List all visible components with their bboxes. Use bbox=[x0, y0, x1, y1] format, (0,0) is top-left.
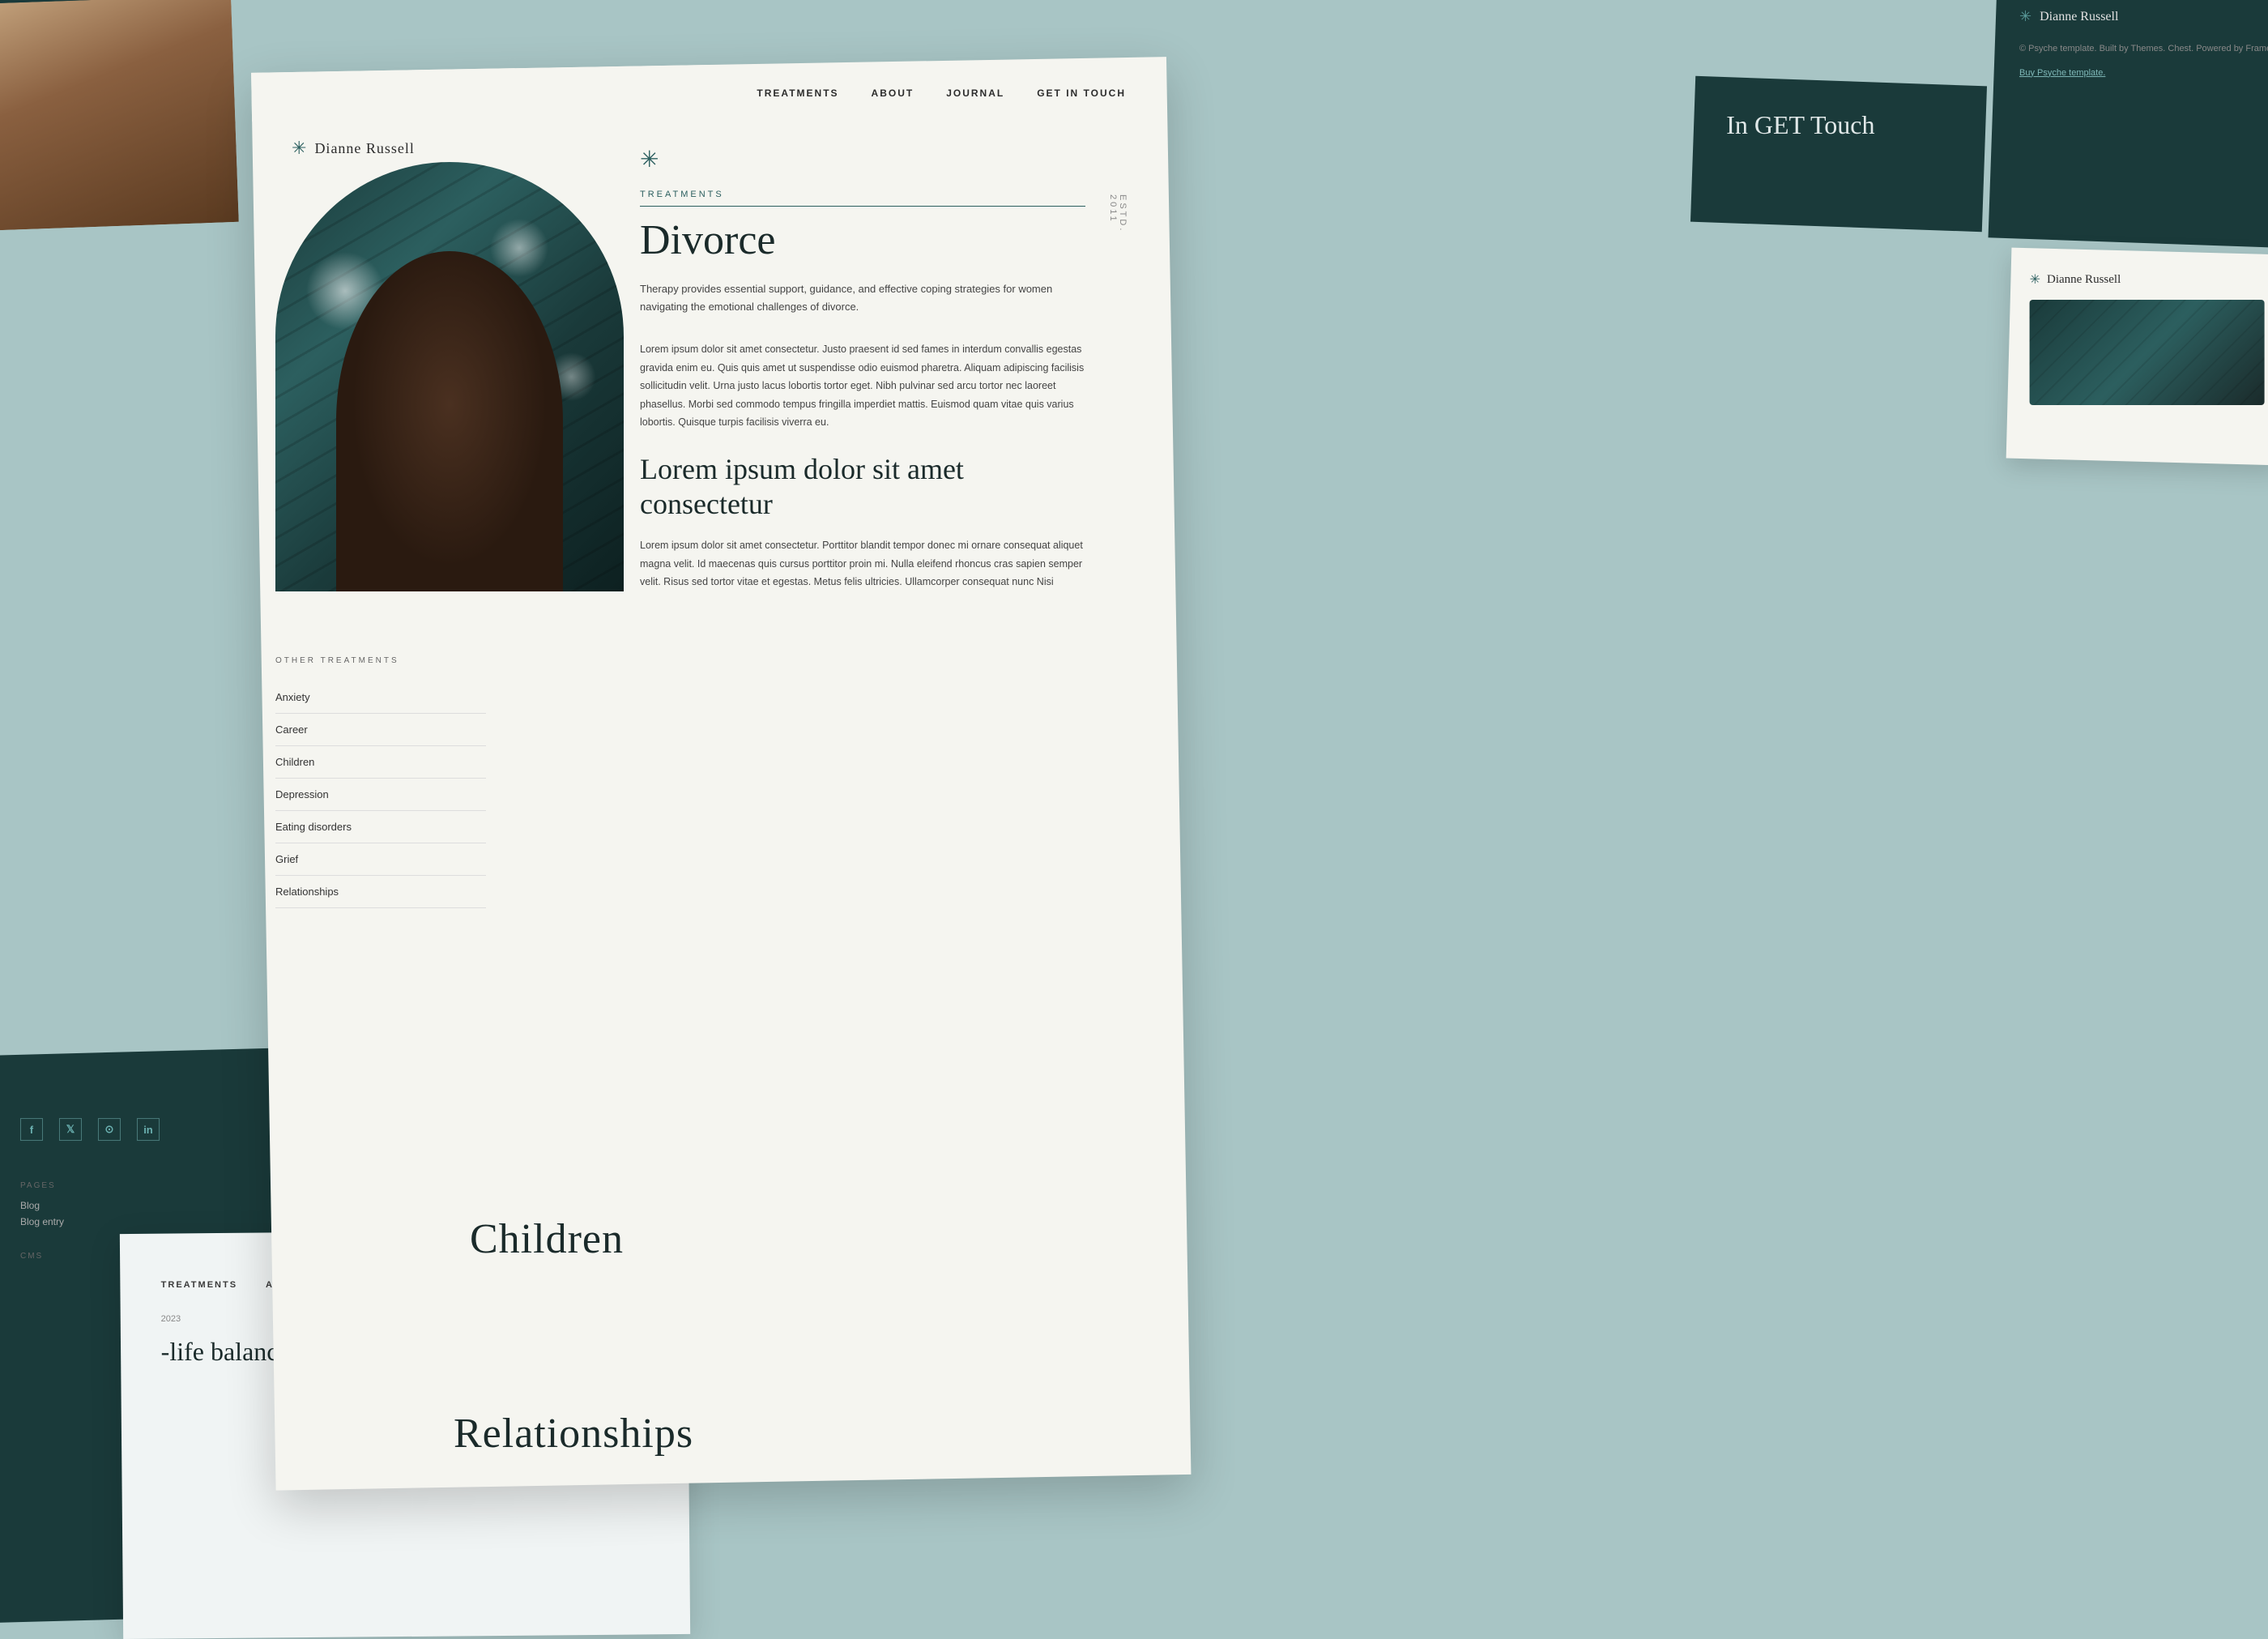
other-treatments-label: OTHER TREATMENTS bbox=[275, 656, 486, 665]
children-label: Children bbox=[470, 1216, 624, 1262]
sunburst-icon: ✳ bbox=[640, 146, 1085, 173]
nav-about[interactable]: ABOUT bbox=[872, 87, 914, 99]
sidebar-treatments: OTHER TREATMENTS Anxiety Career Children… bbox=[275, 656, 486, 908]
relationships-label-panel: Relationships bbox=[454, 1410, 875, 1466]
pages-section: PAGES Blog Blog entry bbox=[20, 1181, 247, 1227]
right-panel-logo-row: ✳ Dianne Russell bbox=[2019, 8, 2268, 25]
right-lower-logo-row: ✳ Dianne Russell bbox=[2030, 271, 2265, 288]
pages-item-blog-entry[interactable]: Blog entry bbox=[20, 1216, 247, 1227]
site-name: Dianne Russell bbox=[314, 140, 415, 157]
twitter-icon[interactable]: 𝕏 bbox=[59, 1118, 82, 1141]
treatment-anxiety[interactable]: Anxiety bbox=[275, 681, 486, 714]
get-in-touch-title: In GET Touch bbox=[1726, 109, 1953, 140]
hero-image-bg bbox=[275, 162, 624, 591]
treatment-career[interactable]: Career bbox=[275, 714, 486, 746]
right-lower-image bbox=[2030, 300, 2265, 405]
children-label-panel: Children bbox=[470, 1215, 842, 1272]
treatment-relationships[interactable]: Relationships bbox=[275, 876, 486, 908]
content-area: ✳ TREATMENTS Divorce Therapy provides es… bbox=[640, 146, 1126, 612]
hero-image-bg bbox=[0, 0, 239, 232]
image-lines bbox=[2030, 300, 2265, 405]
person-image bbox=[0, 109, 222, 216]
section-heading: Lorem ipsum dolor sit amet consectetur bbox=[640, 452, 1085, 522]
top-left-image-panel bbox=[0, 0, 239, 232]
body-text-2: Lorem ipsum dolor sit amet consectetur. … bbox=[640, 536, 1085, 591]
treatment-children[interactable]: Children bbox=[275, 746, 486, 779]
hero-image-container bbox=[275, 162, 624, 591]
treatment-depression[interactable]: Depression bbox=[275, 779, 486, 811]
social-icons-row: f 𝕏 ⊙ in bbox=[20, 1118, 247, 1141]
hero-person bbox=[336, 251, 563, 591]
bottom-nav-treatments[interactable]: TREATMENTS bbox=[161, 1280, 237, 1290]
nav-journal[interactable]: JOURNAL bbox=[946, 87, 1004, 99]
instagram-icon[interactable]: ⊙ bbox=[98, 1118, 121, 1141]
pages-item-blog[interactable]: Blog bbox=[20, 1200, 247, 1211]
treatments-section-label: TREATMENTS bbox=[640, 190, 1085, 207]
right-lower-name: Dianne Russell bbox=[2047, 273, 2121, 287]
linkedin-icon[interactable]: in bbox=[137, 1118, 160, 1141]
page-title: Divorce bbox=[640, 216, 1085, 264]
page-subtitle: Therapy provides essential support, guid… bbox=[640, 280, 1085, 316]
right-lower-panel: ✳ Dianne Russell bbox=[2006, 248, 2268, 466]
right-lower-logo-icon: ✳ bbox=[2030, 271, 2040, 288]
right-panel-name: Dianne Russell bbox=[2040, 10, 2118, 24]
right-panel-logo-icon: ✳ bbox=[2019, 8, 2031, 25]
body-text-1: Lorem ipsum dolor sit amet consectetur. … bbox=[640, 340, 1085, 432]
facebook-icon[interactable]: f bbox=[20, 1118, 43, 1141]
right-panel-tagline: © Psyche template. Built by Themes. Ches… bbox=[2019, 41, 2268, 57]
logo-icon: ✳ bbox=[292, 138, 306, 159]
treatment-grief[interactable]: Grief bbox=[275, 843, 486, 876]
relationships-label: Relationships bbox=[454, 1411, 693, 1457]
nav-treatments[interactable]: TREATMENTS bbox=[757, 87, 838, 99]
right-dark-panel: ✳ Dianne Russell © Psyche template. Buil… bbox=[1989, 0, 2268, 249]
get-in-touch-panel: In GET Touch bbox=[1690, 76, 1987, 232]
nav-get-in-touch[interactable]: GET IN TOUCH bbox=[1037, 87, 1126, 99]
main-panel: TREATMENTS ABOUT JOURNAL GET IN TOUCH ✳ … bbox=[251, 57, 1191, 1490]
pages-label: PAGES bbox=[20, 1181, 247, 1190]
treatment-eating-disorders[interactable]: Eating disorders bbox=[275, 811, 486, 843]
main-nav: TREATMENTS ABOUT JOURNAL GET IN TOUCH bbox=[251, 65, 1166, 122]
right-panel-buy-link[interactable]: Buy Psyche template. bbox=[2019, 68, 2105, 78]
